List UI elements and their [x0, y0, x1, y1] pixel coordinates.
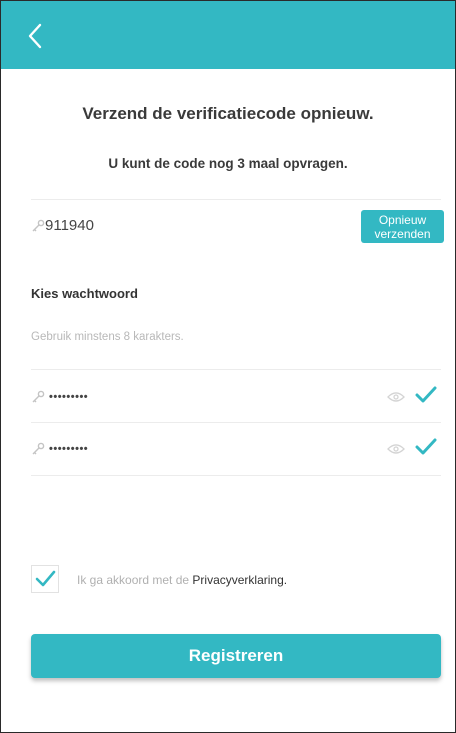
checkmark-icon	[415, 438, 437, 455]
privacy-agreement: Ik ga akkoord met de Privacyverklaring.	[31, 565, 441, 595]
eye-icon[interactable]	[387, 391, 405, 403]
confirm-password-value: •••••••••	[49, 443, 89, 455]
register-button[interactable]: Registreren	[31, 634, 441, 678]
key-icon	[32, 219, 45, 232]
agreement-suffix: .	[283, 573, 288, 587]
agree-checkbox[interactable]	[31, 565, 59, 593]
page-title: Verzend de verificatiecode opnieuw.	[82, 104, 374, 123]
eye-icon[interactable]	[387, 443, 405, 455]
password-section-label: Kies wachtwoord	[31, 286, 138, 301]
divider	[31, 475, 441, 476]
key-icon	[32, 442, 45, 455]
request-count-text: U kunt de code nog 3 maal opvragen.	[108, 156, 348, 171]
checkmark-icon	[415, 386, 437, 403]
checkmark-icon	[35, 570, 56, 587]
agreement-prefix: Ik ga akkoord met de	[77, 573, 193, 587]
privacy-policy-link[interactable]: Privacyverklaring	[192, 573, 283, 587]
resend-label-line2: verzenden	[374, 227, 431, 241]
resend-code-button[interactable]: Opnieuw verzenden	[361, 210, 444, 243]
verification-code-field[interactable]: 911940 Opnieuw verzenden	[31, 200, 444, 258]
top-bar	[1, 1, 455, 69]
resend-label-line1: Opnieuw	[378, 213, 427, 227]
back-button[interactable]	[21, 21, 51, 51]
agreement-text: Ik ga akkoord met de Privacyverklaring.	[77, 573, 287, 587]
password-value: •••••••••	[49, 391, 89, 403]
verification-code-value: 911940	[45, 217, 94, 234]
app-frame: Verzend de verificatiecode opnieuw. U ku…	[0, 0, 456, 733]
chevron-left-icon	[28, 23, 42, 49]
password-hint: Gebruik minstens 8 karakters.	[31, 331, 184, 343]
divider	[31, 369, 441, 370]
password-field[interactable]: •••••••••	[31, 371, 441, 423]
key-icon	[32, 390, 45, 403]
confirm-password-field[interactable]: •••••••••	[31, 423, 441, 475]
